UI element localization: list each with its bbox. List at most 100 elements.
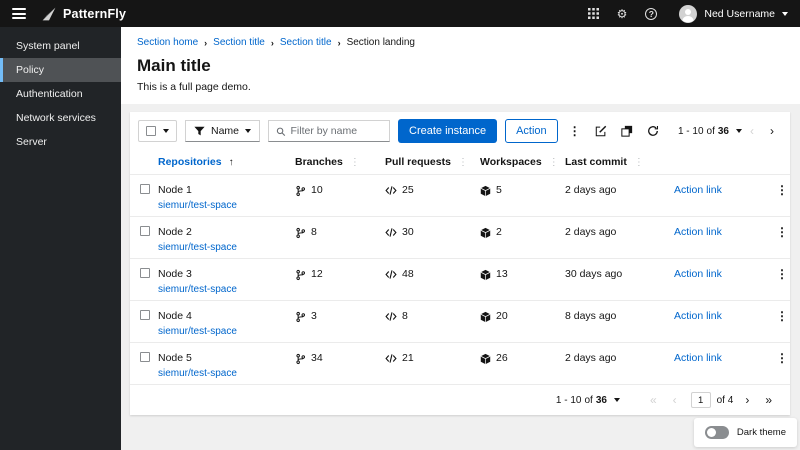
settings-icon[interactable]: ⚙ <box>617 8 628 20</box>
breadcrumb-link-section-home[interactable]: Section home <box>137 37 198 48</box>
sidebar-item-network-services[interactable]: Network services <box>0 106 121 130</box>
repository-space-link[interactable]: siemur/test-space <box>158 368 295 379</box>
branches-cell: 12 <box>295 268 385 300</box>
code-icon <box>385 311 397 321</box>
action-link[interactable]: Action link <box>662 226 722 238</box>
bulk-select-checkbox[interactable] <box>146 126 156 136</box>
pagination-of: of <box>584 394 593 406</box>
workspaces-count: 26 <box>496 352 508 364</box>
table-row: Node 2 siemur/test-space 8 30 2 2 days a… <box>130 216 790 258</box>
current-page-input[interactable] <box>690 392 711 408</box>
column-label: Pull requests <box>385 156 451 168</box>
bulk-select-dropdown[interactable] <box>138 120 177 142</box>
last-page-button[interactable]: » <box>757 393 780 407</box>
row-kebab-button[interactable]: ⋮ <box>770 310 790 342</box>
pagination-menu-toggle[interactable]: 1 - 10 of 36 <box>556 395 620 406</box>
filter-attribute-dropdown[interactable]: Name <box>185 120 261 142</box>
prev-page-button[interactable]: ‹ <box>665 393 685 407</box>
repository-name: Node 3 <box>158 268 192 280</box>
sidebar-item-authentication[interactable]: Authentication <box>0 82 121 106</box>
column-options-icon[interactable]: ⋮ <box>350 157 360 168</box>
row-checkbox[interactable] <box>140 268 150 278</box>
edit-button[interactable] <box>592 123 610 139</box>
kebab-icon: ⋮ <box>776 351 788 365</box>
row-kebab-button[interactable]: ⋮ <box>770 184 790 216</box>
next-page-button[interactable]: › <box>737 393 757 407</box>
pagination-nav: « ‹ of 4 › » <box>642 392 780 408</box>
pagination-menu-toggle[interactable]: 1 - 10 of 36 <box>678 126 742 137</box>
branches-count: 12 <box>311 268 323 280</box>
breadcrumb-link-section-title-2[interactable]: Section title <box>280 37 332 48</box>
user-menu-caret-icon <box>782 11 788 16</box>
nav-toggle-icon[interactable] <box>12 8 26 19</box>
pagination-top: 1 - 10 of 36 ‹ › <box>678 124 782 138</box>
repository-name: Node 5 <box>158 352 192 364</box>
masthead-actions: ⚙ ? Ned Username <box>570 4 788 23</box>
action-link[interactable]: Action link <box>662 352 722 364</box>
row-checkbox[interactable] <box>140 226 150 236</box>
breadcrumb-current: Section landing <box>346 37 415 48</box>
row-kebab-button[interactable]: ⋮ <box>770 268 790 300</box>
column-options-icon[interactable]: ⋮ <box>549 157 559 168</box>
row-checkbox[interactable] <box>140 310 150 320</box>
repository-space-link[interactable]: siemur/test-space <box>158 284 295 295</box>
help-icon[interactable]: ? <box>645 7 658 20</box>
search-box <box>268 120 391 142</box>
user-menu[interactable]: Ned Username <box>679 4 788 23</box>
column-header-last-commit: Last commit ⋮ <box>565 156 662 168</box>
code-branch-icon <box>296 311 306 322</box>
app-launcher-icon[interactable] <box>587 8 599 19</box>
repository-cell: Node 1 siemur/test-space <box>158 184 295 216</box>
cube-icon <box>480 227 491 238</box>
code-branch-icon <box>296 185 306 196</box>
table-header-row: Repositories ↑ Branches ⋮ Pull requests … <box>130 150 790 174</box>
sidebar-item-system-panel[interactable]: System panel <box>0 34 121 58</box>
create-instance-button[interactable]: Create instance <box>398 119 498 143</box>
theme-toggle-card: Dark theme <box>693 418 797 447</box>
page-header: Section home › Section title › Section t… <box>121 27 800 104</box>
action-button[interactable]: Action <box>505 119 558 143</box>
search-input[interactable] <box>290 125 383 137</box>
dark-theme-label: Dark theme <box>736 427 786 438</box>
next-page-button[interactable]: › <box>762 124 782 138</box>
row-kebab-button[interactable]: ⋮ <box>770 352 790 384</box>
toolbar: Name Create instance Action ⋮ <box>130 112 790 150</box>
sidebar-nav: System panel Policy Authentication Netwo… <box>0 27 121 450</box>
breadcrumb-separator-icon: › <box>204 37 208 48</box>
action-cell: Action link <box>662 184 770 216</box>
pagination-bottom: 1 - 10 of 36 « ‹ of 4 › » <box>130 384 790 415</box>
repository-space-link[interactable]: siemur/test-space <box>158 242 295 253</box>
sidebar-item-policy[interactable]: Policy <box>0 58 121 82</box>
column-header-branches: Branches ⋮ <box>295 156 385 168</box>
column-options-icon[interactable]: ⋮ <box>634 157 644 168</box>
dark-theme-toggle[interactable] <box>704 426 729 439</box>
sidebar-item-server[interactable]: Server <box>0 130 121 154</box>
action-link[interactable]: Action link <box>662 184 722 196</box>
last-commit-cell: 2 days ago <box>565 184 617 196</box>
main-content: Section home › Section title › Section t… <box>121 27 800 450</box>
column-header-workspaces: Workspaces ⋮ <box>480 156 565 168</box>
prev-page-button[interactable]: ‹ <box>742 124 762 138</box>
action-link[interactable]: Action link <box>662 310 722 322</box>
row-checkbox[interactable] <box>140 184 150 194</box>
clone-button[interactable] <box>618 123 636 139</box>
pagination-of: of <box>706 125 715 137</box>
column-options-icon[interactable]: ⋮ <box>458 157 468 168</box>
breadcrumb-link-section-title-1[interactable]: Section title <box>213 37 265 48</box>
row-kebab-button[interactable]: ⋮ <box>770 226 790 258</box>
sync-button[interactable] <box>644 123 662 139</box>
repository-space-link[interactable]: siemur/test-space <box>158 200 295 211</box>
repository-cell: Node 2 siemur/test-space <box>158 226 295 258</box>
workspaces-cell: 2 <box>480 226 565 258</box>
row-checkbox[interactable] <box>140 352 150 362</box>
action-cell: Action link <box>662 226 770 258</box>
column-header-repositories[interactable]: Repositories ↑ <box>158 156 295 168</box>
first-page-button[interactable]: « <box>642 393 665 407</box>
pull-requests-count: 21 <box>402 352 414 364</box>
toolbar-kebab-button[interactable]: ⋮ <box>566 123 584 139</box>
cube-icon <box>480 353 491 364</box>
action-link[interactable]: Action link <box>662 268 722 280</box>
last-commit-cell: 2 days ago <box>565 226 617 238</box>
pull-requests-cell: 48 <box>385 268 480 300</box>
repository-space-link[interactable]: siemur/test-space <box>158 326 295 337</box>
